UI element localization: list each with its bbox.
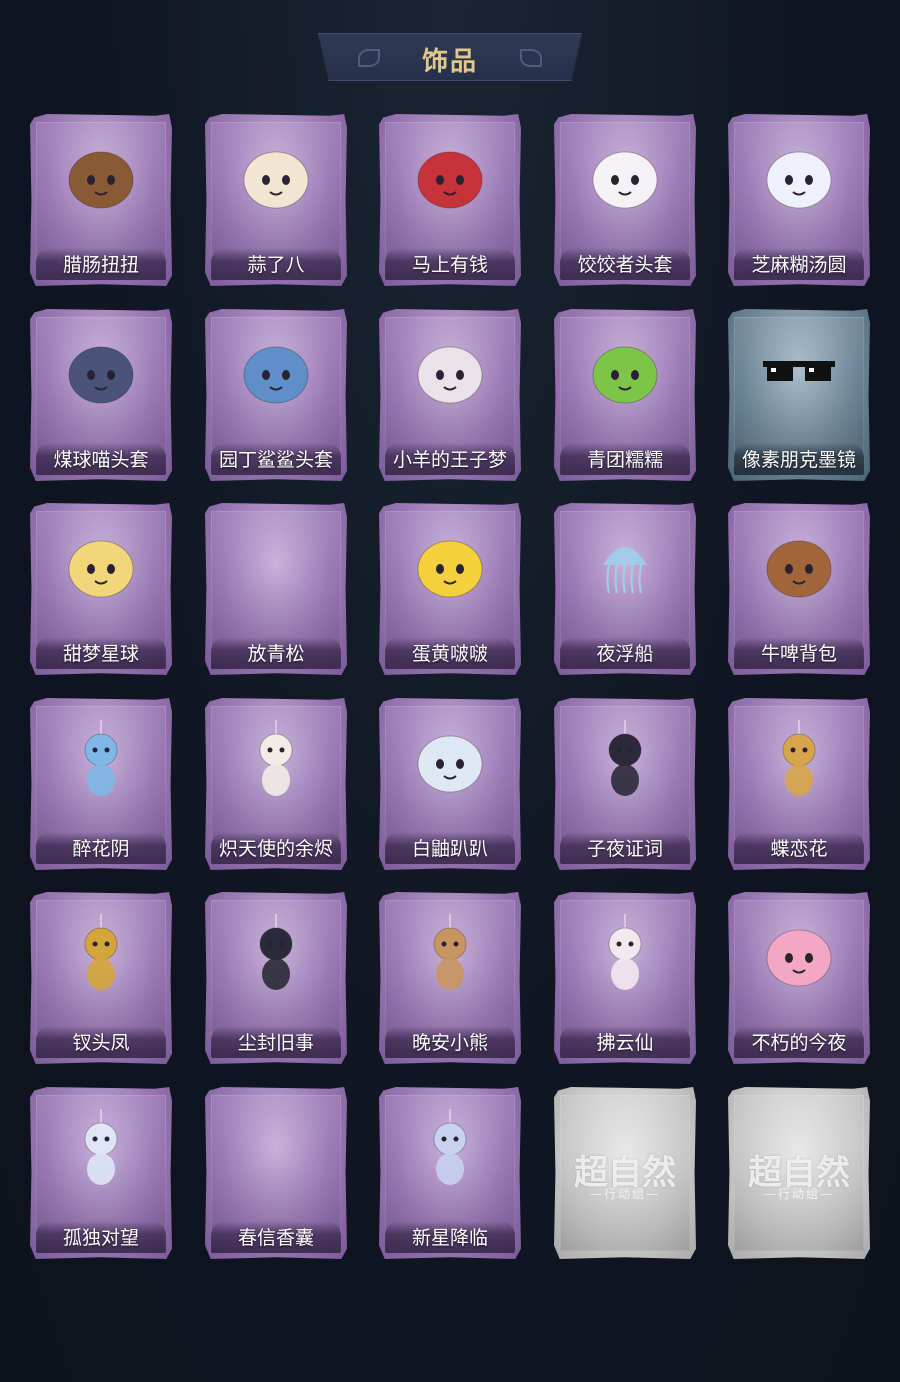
accessory-card[interactable]: 孤独对望 xyxy=(30,1087,172,1259)
star-doll-icon xyxy=(410,1109,490,1189)
accessory-card[interactable]: 青团糯糯 xyxy=(554,309,696,481)
dumpling-icon xyxy=(585,136,665,216)
accessory-name: 晚安小熊 xyxy=(411,1032,488,1054)
accessory-name: 放青松 xyxy=(247,643,305,665)
horse-head-icon xyxy=(410,136,490,216)
jellyfish-icon xyxy=(585,525,665,605)
angel-doll-icon xyxy=(236,720,316,800)
accessory-name: 蝶恋花 xyxy=(770,838,828,860)
garlic-icon xyxy=(236,136,316,216)
accessory-card[interactable]: 小羊的王子梦 xyxy=(379,309,521,481)
accessory-card[interactable]: 超自然 —行动组— xyxy=(728,1087,870,1259)
suit-doll-icon xyxy=(236,914,316,994)
accessory-name: 春信香囊 xyxy=(237,1227,314,1249)
accessory-card[interactable]: 饺饺者头套 xyxy=(554,114,696,286)
tangyuan-icon xyxy=(759,136,839,216)
accessory-card[interactable]: 蝶恋花 xyxy=(728,698,870,870)
accessory-name: 饺饺者头套 xyxy=(577,254,673,276)
accessory-card[interactable]: 不朽的今夜 xyxy=(728,892,870,1064)
accessory-name: 夜浮船 xyxy=(596,643,654,665)
empty-slot-icon xyxy=(236,525,316,605)
accessory-name: 白鼬趴趴 xyxy=(411,838,488,860)
crow-doll-icon xyxy=(585,720,665,800)
accessory-name: 拂云仙 xyxy=(596,1032,654,1054)
accessory-card[interactable]: 放青松 xyxy=(205,503,347,675)
accessory-card[interactable]: 春信香囊 xyxy=(205,1087,347,1259)
accessory-card[interactable]: 拂云仙 xyxy=(554,892,696,1064)
accessory-card[interactable]: 像素朋克墨镜 xyxy=(728,309,870,481)
accessory-name: 马上有钱 xyxy=(411,254,488,276)
ferret-icon xyxy=(410,720,490,800)
accessory-name: 孤独对望 xyxy=(62,1227,139,1249)
accessory-name: 不朽的今夜 xyxy=(751,1032,847,1054)
accessory-card[interactable]: 园丁鲨鲨头套 xyxy=(205,309,347,481)
accessory-name: 芝麻糊汤圆 xyxy=(751,254,847,276)
empty-slot-icon xyxy=(236,1109,316,1189)
accessory-name: 煤球喵头套 xyxy=(53,449,149,471)
accessory-name: 像素朋克墨镜 xyxy=(741,449,856,471)
cat-head-icon xyxy=(61,331,141,411)
accessory-card[interactable]: 马上有钱 xyxy=(379,114,521,286)
bell-wreath-icon xyxy=(759,720,839,800)
phoenix-crown-doll-icon xyxy=(61,914,141,994)
accessory-name: 蒜了八 xyxy=(247,254,305,276)
accessory-card[interactable]: 蛋黄啵啵 xyxy=(379,503,521,675)
beer-cow-icon xyxy=(759,525,839,605)
accessory-name: 醉花阴 xyxy=(72,838,130,860)
accessory-card[interactable]: 夜浮船 xyxy=(554,503,696,675)
ice-doll-icon xyxy=(61,1109,141,1189)
title-banner: 饰品 xyxy=(318,33,582,81)
accessory-card[interactable]: 腊肠扭扭 xyxy=(30,114,172,286)
accessory-name: 牛啤背包 xyxy=(760,643,837,665)
accessory-card[interactable]: 炽天使的余烬 xyxy=(205,698,347,870)
accessory-name: 尘封旧事 xyxy=(237,1032,314,1054)
accessory-card[interactable]: 白鼬趴趴 xyxy=(379,698,521,870)
accessory-name: 钗头凤 xyxy=(72,1032,130,1054)
accessory-card[interactable]: 子夜证词 xyxy=(554,698,696,870)
accessory-card[interactable]: 钗头凤 xyxy=(30,892,172,1064)
page-title: 饰品 xyxy=(421,47,478,77)
pig-cup-icon xyxy=(759,914,839,994)
accessory-name: 腊肠扭扭 xyxy=(62,254,139,276)
accessory-card[interactable]: 蒜了八 xyxy=(205,114,347,286)
green-rice-ball-icon xyxy=(585,331,665,411)
accessory-name: 园丁鲨鲨头套 xyxy=(218,449,333,471)
lantern-charm-icon xyxy=(61,720,141,800)
accessory-card[interactable]: 芝麻糊汤圆 xyxy=(728,114,870,286)
chick-egg-icon xyxy=(410,525,490,605)
accessory-card[interactable]: 晚安小熊 xyxy=(379,892,521,1064)
accessory-card[interactable]: 煤球喵头套 xyxy=(30,309,172,481)
accessory-card[interactable]: 新星降临 xyxy=(379,1087,521,1259)
accessory-card[interactable]: 牛啤背包 xyxy=(728,503,870,675)
accessory-card[interactable]: 醉花阴 xyxy=(30,698,172,870)
teddy-bear-icon xyxy=(410,914,490,994)
accessory-card[interactable]: 尘封旧事 xyxy=(205,892,347,1064)
accessory-name: 子夜证词 xyxy=(586,838,663,860)
accessory-name: 新星降临 xyxy=(411,1227,488,1249)
watermark-subtitle: —行动组— xyxy=(589,1187,660,1201)
moon-dream-icon xyxy=(61,525,141,605)
accessory-name: 蛋黄啵啵 xyxy=(411,643,488,665)
accessory-card[interactable]: 甜梦星球 xyxy=(30,503,172,675)
accessory-name: 甜梦星球 xyxy=(62,643,139,665)
shark-head-icon xyxy=(236,331,316,411)
sausage-dog-icon xyxy=(61,136,141,216)
fairy-doll-icon xyxy=(585,914,665,994)
accessory-name: 青团糯糯 xyxy=(586,449,663,471)
watermark-subtitle: —行动组— xyxy=(763,1187,834,1201)
accessory-name: 炽天使的余烬 xyxy=(218,838,333,860)
accessory-name: 小羊的王子梦 xyxy=(392,449,507,471)
sheep-crown-icon xyxy=(410,331,490,411)
accessory-card[interactable]: 超自然 —行动组— xyxy=(554,1087,696,1259)
pixel-sunglasses-icon xyxy=(759,331,839,411)
